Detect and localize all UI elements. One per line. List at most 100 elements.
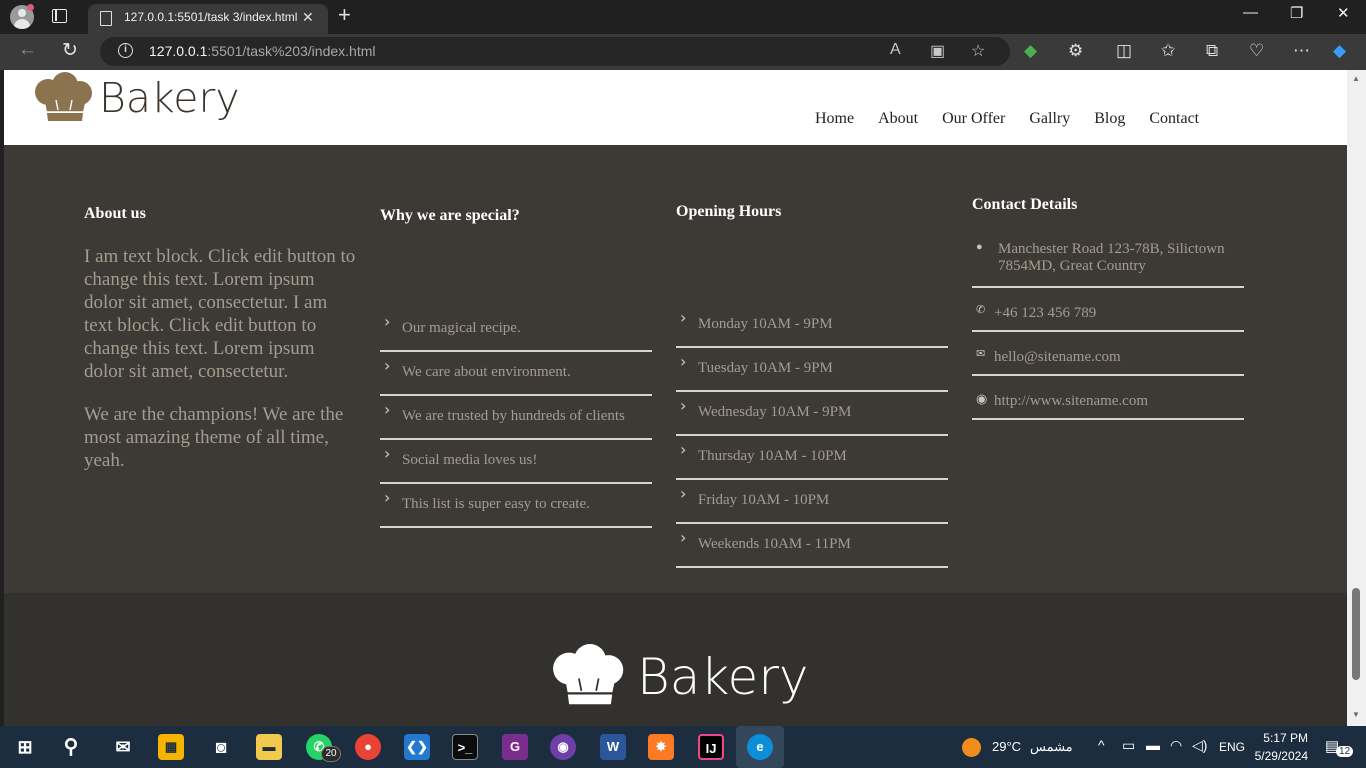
contact-email: ✉ hello@sitename.com — [972, 332, 1244, 376]
notification-count: 12 — [1336, 746, 1354, 757]
page-scrollbar[interactable]: ▲ ▼ — [1347, 70, 1366, 726]
camera-icon[interactable]: ◙ — [208, 734, 234, 760]
mail-icon[interactable]: ✉ — [110, 734, 136, 760]
footer-info-section: About us I am text block. Click edit but… — [4, 145, 1347, 593]
close-window-icon[interactable]: ✕ — [1337, 4, 1350, 22]
file-explorer-icon[interactable]: ▬ — [256, 734, 282, 760]
show-hidden-icons-icon[interactable]: ^ — [1098, 737, 1105, 753]
chrome-icon[interactable]: ● — [355, 734, 381, 760]
back-icon[interactable]: ← — [18, 39, 37, 61]
browser-tab[interactable]: 127.0.0.1:5501/task 3/index.html ✕ — [88, 4, 328, 34]
contact-address: ● Manchester Road 123-78B, Silictown 785… — [972, 241, 1244, 288]
clock-date[interactable]: 5/29/2024 — [1254, 749, 1308, 763]
page-viewport: Bakery Home About Our Offer Gallry Blog … — [4, 70, 1347, 726]
windows-taskbar: ⊞ ⚲ ✉ ▦ ◙ ▬ ✆ 20 ● ❮❯ >_ G ◉ W ✸ IJ e 29… — [0, 726, 1366, 768]
list-item-text: Our magical recipe. — [402, 320, 521, 336]
pdf-app-icon[interactable]: G — [502, 734, 528, 760]
word-icon[interactable]: W — [600, 734, 626, 760]
list-item: › Wednesday 10AM - 9PM — [676, 392, 948, 436]
phone-icon: ✆ — [976, 304, 986, 316]
input-language[interactable]: ENG — [1219, 740, 1245, 754]
new-tab-icon[interactable]: + — [338, 2, 351, 28]
windows-start-icon[interactable]: ⊞ — [12, 734, 38, 760]
contact-website: ◉ http://www.sitename.com — [972, 376, 1244, 420]
list-item: › Thursday 10AM - 10PM — [676, 436, 948, 480]
nav-about[interactable]: About — [878, 110, 918, 128]
main-nav: Home About Our Offer Gallry Blog Contact — [815, 110, 1223, 128]
immersive-reader-icon[interactable]: ▣ — [930, 41, 945, 61]
list-item-text: Thursday 10AM - 10PM — [698, 448, 847, 464]
footer-logo[interactable]: Bakery — [551, 644, 808, 713]
bottom-footer: Bakery — [4, 593, 1347, 726]
split-screen-icon[interactable]: ◫ — [1116, 41, 1132, 61]
nav-blog[interactable]: Blog — [1094, 110, 1125, 128]
contact-phone: ✆ +46 123 456 789 — [972, 288, 1244, 332]
github-icon[interactable]: ◉ — [550, 734, 576, 760]
address-bar[interactable]: i 127.0.0.1:5501/task%203/index.html A ▣… — [100, 37, 1010, 66]
hours-title: Opening Hours — [676, 203, 782, 220]
nav-our-offer[interactable]: Our Offer — [942, 110, 1005, 128]
chevron-right-icon: › — [680, 352, 687, 371]
chevron-right-icon: › — [384, 444, 391, 463]
chevron-right-icon: › — [384, 400, 391, 419]
list-item: › Friday 10AM - 10PM — [676, 480, 948, 524]
search-icon[interactable]: ⚲ — [58, 734, 84, 760]
clock-time[interactable]: 5:17 PM — [1260, 731, 1308, 745]
list-item-text: Tuesday 10AM - 9PM — [698, 360, 833, 376]
refresh-icon[interactable]: ↻ — [62, 39, 78, 62]
scroll-up-icon[interactable]: ▲ — [1352, 74, 1360, 83]
browser-toolbar: ← ↻ i 127.0.0.1:5501/task%203/index.html… — [0, 34, 1366, 70]
browser-essentials-icon[interactable]: ♡ — [1249, 41, 1264, 61]
special-title: Why we are special? — [380, 207, 520, 224]
chevron-right-icon: › — [680, 440, 687, 459]
meet-icon[interactable]: ▭ — [1122, 737, 1135, 754]
wifi-icon[interactable]: ◠ — [1170, 737, 1182, 754]
list-item: › Tuesday 10AM - 9PM — [676, 348, 948, 392]
favorites-icon[interactable]: ✩ — [1161, 41, 1175, 61]
close-tab-icon[interactable]: ✕ — [302, 9, 314, 26]
list-item-text: We care about environment. — [402, 364, 571, 380]
more-menu-icon[interactable]: ⋯ — [1293, 41, 1310, 61]
volume-icon[interactable]: ◁) — [1192, 737, 1207, 754]
xampp-icon[interactable]: ✸ — [648, 734, 674, 760]
brand-name: Bakery — [99, 74, 240, 122]
tab-actions-icon[interactable] — [52, 9, 67, 23]
battery-icon[interactable]: ▬ — [1146, 737, 1160, 753]
url-text[interactable]: 127.0.0.1:5501/task%203/index.html — [149, 43, 376, 59]
page-icon — [100, 11, 112, 26]
list-item-text: We are trusted by hundreds of clients — [402, 408, 625, 424]
chef-hat-icon — [35, 72, 92, 121]
site-info-icon[interactable]: i — [118, 43, 133, 58]
nav-contact[interactable]: Contact — [1149, 110, 1199, 128]
chevron-right-icon: › — [384, 488, 391, 507]
minimize-icon[interactable]: — — [1243, 4, 1258, 21]
browser-tab-bar: 127.0.0.1:5501/task 3/index.html ✕ + — ❐… — [0, 0, 1366, 34]
profile-notification-dot — [27, 4, 34, 11]
scrollbar-thumb[interactable] — [1352, 588, 1360, 680]
scroll-down-icon[interactable]: ▼ — [1352, 710, 1360, 719]
chef-hat-icon — [553, 644, 624, 705]
weather-sun-icon[interactable] — [962, 738, 981, 757]
list-item: › This list is super easy to create. — [380, 484, 652, 528]
nav-home[interactable]: Home — [815, 110, 854, 128]
terminal-icon[interactable]: >_ — [452, 734, 478, 760]
weather-temp[interactable]: 29°C — [992, 739, 1021, 754]
collections-icon[interactable]: ⧉ — [1206, 41, 1218, 61]
whatsapp-badge: 20 — [321, 746, 341, 762]
extension-color-icon[interactable]: ◆ — [1024, 41, 1037, 61]
globe-icon: ◉ — [976, 391, 988, 406]
intellij-icon[interactable]: IJ — [698, 734, 724, 760]
nav-gallery[interactable]: Gallry — [1029, 110, 1070, 128]
favorite-star-icon[interactable]: ☆ — [971, 41, 985, 61]
chevron-right-icon: › — [384, 312, 391, 331]
read-aloud-icon[interactable]: A — [890, 41, 901, 59]
extensions-icon[interactable]: ⚙ — [1068, 41, 1083, 61]
restore-icon[interactable]: ❐ — [1290, 4, 1303, 22]
about-title: About us — [84, 205, 146, 222]
weather-label[interactable]: مشمس — [1030, 739, 1073, 755]
copilot-icon[interactable]: ◆ — [1333, 41, 1346, 61]
list-item-text: Weekends 10AM - 11PM — [698, 536, 851, 552]
store-icon[interactable]: ▦ — [158, 734, 184, 760]
edge-icon[interactable]: e — [747, 734, 773, 760]
vscode-icon[interactable]: ❮❯ — [404, 734, 430, 760]
